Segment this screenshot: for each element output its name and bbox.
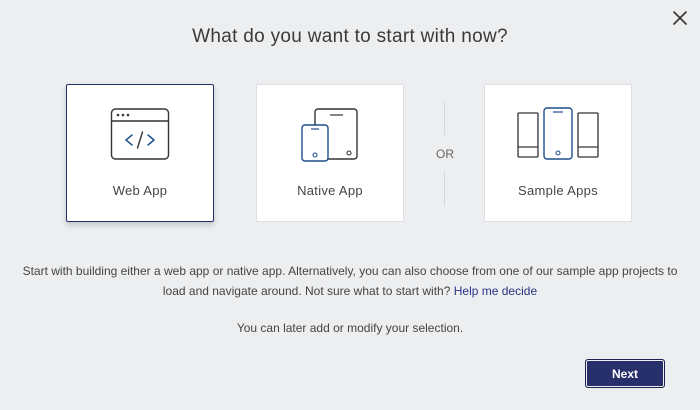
web-app-card[interactable]: Web App bbox=[66, 84, 214, 222]
web-app-icon bbox=[67, 107, 213, 163]
dialog-title: What do you want to start with now? bbox=[192, 26, 508, 47]
sample-apps-card[interactable]: Sample Apps bbox=[484, 84, 632, 222]
close-icon bbox=[673, 11, 687, 25]
native-app-card[interactable]: Native App bbox=[256, 84, 404, 222]
help-me-decide-link[interactable]: Help me decide bbox=[454, 284, 537, 298]
native-app-label: Native App bbox=[297, 183, 363, 198]
web-app-label: Web App bbox=[112, 183, 168, 198]
native-app-icon bbox=[257, 107, 403, 163]
sample-apps-icon bbox=[485, 107, 631, 163]
separator-line-bottom bbox=[444, 172, 445, 206]
start-options: Web App Native App OR Sample Apps bbox=[66, 84, 636, 224]
selection-note: You can later add or modify your selecti… bbox=[236, 321, 464, 335]
or-separator: OR bbox=[434, 102, 456, 206]
or-label: OR bbox=[436, 147, 454, 161]
close-button[interactable] bbox=[670, 8, 690, 28]
description-text: Start with building either a web app or … bbox=[22, 264, 678, 298]
sample-apps-label: Sample Apps bbox=[518, 183, 598, 198]
next-button[interactable]: Next bbox=[585, 359, 665, 388]
description: Start with building either a web app or … bbox=[20, 261, 680, 301]
separator-line-top bbox=[444, 102, 445, 135]
